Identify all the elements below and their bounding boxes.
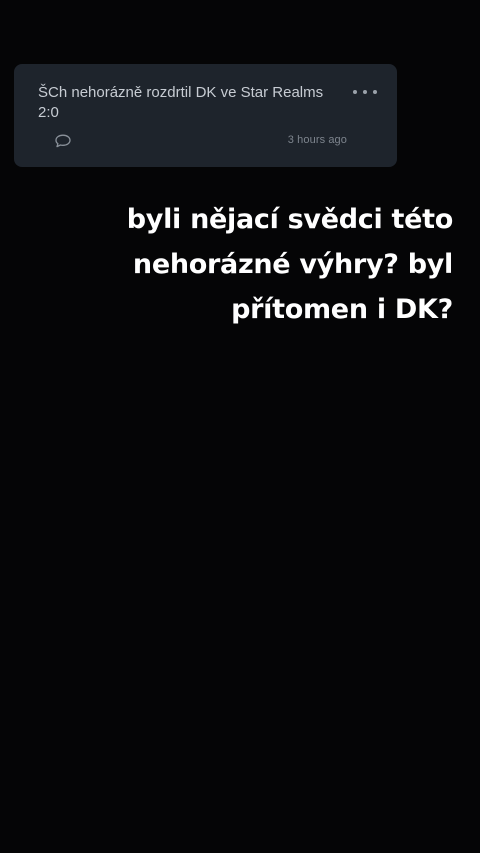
story-caption: byli nějací svědci této nehorázné výhry?… xyxy=(53,197,454,332)
post-timestamp: 3 hours ago xyxy=(287,134,347,146)
post-card[interactable]: ŠCh nehorázně rozdrtil DK ve Star Realms… xyxy=(14,64,397,167)
caption-line: nehorázné výhry? byl xyxy=(132,249,453,280)
post-title: ŠCh nehorázně rozdrtil DK ve Star Realms… xyxy=(38,84,324,121)
comment-icon[interactable] xyxy=(54,133,72,149)
more-dot xyxy=(373,90,377,94)
more-dot xyxy=(363,90,367,94)
more-options-button[interactable] xyxy=(353,84,377,100)
caption-line: přítomen i DK? xyxy=(231,294,453,325)
caption-line: byli nějací svědci této xyxy=(126,204,454,235)
more-dot xyxy=(353,90,357,94)
